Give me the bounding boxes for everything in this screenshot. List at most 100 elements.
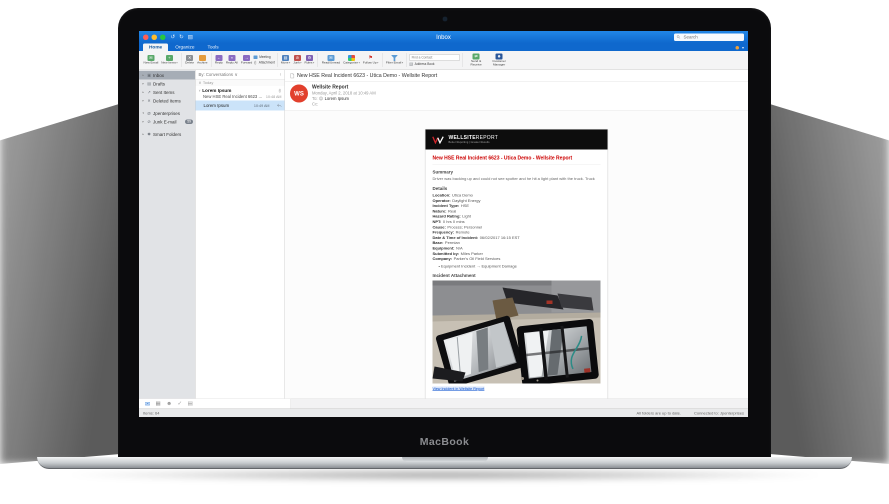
detail-label: Equipment: [433, 246, 455, 251]
tab-organize[interactable]: Organize [169, 44, 200, 52]
conversation-sender: Lorem Ipsum [202, 88, 231, 93]
unread-count-badge: 59 [185, 120, 193, 125]
chevron-down-icon: ▾ [377, 62, 378, 65]
outlook-window: ↺ ↻ ▤ Inbox Home Organize Tools [139, 31, 748, 417]
calendar-module-icon[interactable]: ▦ [156, 401, 161, 407]
detail-label: Submitted by: [433, 251, 460, 256]
message-body: WELLSITEREPORT Better Reporting | Greate… [285, 111, 748, 399]
send-receive-button[interactable]: ⇄ Send & Receive [465, 53, 488, 67]
people-module-icon[interactable]: ☻ [166, 401, 172, 407]
disclosure-icon[interactable]: ▸ [142, 133, 146, 137]
new-items-button[interactable]: + New Items▾ [160, 55, 179, 66]
sidebar-item-drafts[interactable]: ▸ ▤ Drafts [139, 80, 195, 89]
attachment-button[interactable]: Attachment [254, 60, 275, 65]
paperclip-icon [278, 88, 282, 93]
window-title: Inbox [139, 34, 748, 41]
filter-email-button[interactable]: Filter Email▾ [384, 55, 404, 66]
categorize-button[interactable]: Categorize▾ [342, 55, 362, 66]
tab-home[interactable]: Home [143, 44, 168, 52]
detail-label: Operator: [433, 198, 451, 203]
account-icon: @ [147, 111, 152, 116]
archive-button[interactable]: Archive [196, 55, 209, 66]
to-recipient[interactable]: Lorem Ipsum [325, 96, 349, 101]
conversation-row[interactable]: ∨ Lorem Ipsum New HSE Real Incident 6623… [196, 86, 285, 101]
disclosure-icon[interactable]: ▾ [142, 112, 146, 116]
sort-direction-icon[interactable]: ↑ [279, 72, 281, 77]
customer-manager-button[interactable]: ☻ Customer Manager [488, 53, 511, 67]
rules-button[interactable]: ⚙ Rules▾ [303, 55, 316, 66]
sidebar-item-sent-items[interactable]: ▸ ↗ Sent Items [139, 88, 195, 97]
reply-arrow-icon [277, 104, 282, 108]
minimize-button[interactable] [152, 34, 158, 40]
move-label: Move [281, 62, 289, 65]
disclosure-icon[interactable]: ▸ [142, 74, 146, 78]
sidebar-item-account[interactable]: ▾ @ Jpenterprises [139, 109, 195, 118]
sidebar-item-label: Sent Items [153, 90, 175, 95]
disclosure-icon[interactable]: ▸ [142, 99, 146, 103]
sent-icon: ↗ [147, 90, 152, 95]
sidebar-item-deleted-items[interactable]: ▸ ✕ Deleted Items [139, 97, 195, 106]
new-email-button[interactable]: ✉ New Email [142, 55, 160, 66]
wellsite-logo-icon [432, 135, 445, 144]
chevron-down-icon: ▾ [313, 62, 314, 65]
junk-label: Junk [293, 62, 300, 65]
notes-module-icon[interactable]: ▤ [188, 401, 193, 407]
delete-button[interactable]: ✕ Delete [184, 55, 196, 66]
sidebar-item-smart-folders[interactable]: ▸ ✱ Smart Folders [139, 130, 195, 139]
read-unread-button[interactable]: ✉ Read/Unread [320, 55, 341, 66]
message-subject: New HSE Real Incident 6623 - Utica Demo … [297, 73, 437, 79]
address-book-icon: ▤ [409, 62, 413, 66]
message-header: WS Wellsite Report Monday, April 2, 2018… [285, 82, 748, 112]
read-unread-label: Read/Unread [322, 62, 340, 65]
detail-label: Company: [433, 257, 453, 262]
reply-all-label: Reply All [226, 62, 238, 65]
view-grid-icon[interactable]: ▤ [188, 31, 193, 43]
ribbon-toolbar: ✉ New Email + New Items▾ ✕ Delete Arch [139, 51, 748, 70]
new-email-label: New Email [144, 62, 159, 65]
address-book-button[interactable]: ▤ Address Book [409, 62, 460, 66]
attachment-heading: Incident Attachment [433, 273, 601, 278]
find-contact-input[interactable] [409, 54, 460, 61]
smart-folders-icon: ✱ [147, 132, 152, 137]
junk-button[interactable]: ⊘ Junk▾ [292, 55, 303, 66]
message-page-icon [290, 73, 295, 79]
items-count: Items: 64 [143, 411, 159, 416]
forward-button[interactable]: → Forward [239, 55, 253, 66]
search-icon [677, 35, 681, 39]
detail-row: Company:Parker's Oil Field Services [433, 257, 601, 262]
reply-button[interactable]: ← Reply [213, 55, 224, 66]
disclosure-icon[interactable]: ▸ [142, 91, 146, 95]
ribbon-collapse-icon[interactable]: ▾ [742, 46, 744, 51]
view-incident-link[interactable]: View Incident in Wellsite Report [433, 386, 485, 391]
detail-value: Parker's Oil Field Services [454, 257, 501, 262]
filter-email-label: Filter Email [386, 62, 401, 65]
mail-module-icon[interactable]: ✉ [145, 401, 150, 407]
tab-tools[interactable]: Tools [201, 44, 224, 52]
undo-icon[interactable]: ↺ [171, 31, 176, 43]
customer-manager-icon: ☻ [496, 53, 503, 59]
meeting-button[interactable]: Meeting [254, 55, 275, 59]
tasks-module-icon[interactable]: ✓ [178, 401, 183, 407]
disclosure-icon[interactable]: ▸ [142, 120, 146, 124]
disclosure-icon[interactable]: ▸ [142, 82, 146, 86]
message-row-selected[interactable]: Lorem Ipsum 10:49 AM [196, 101, 285, 111]
conversation-expand-icon[interactable]: ∨ [199, 89, 201, 93]
new-items-label: New Items [161, 62, 176, 65]
detail-value: N/A [456, 246, 463, 251]
zoom-button[interactable] [160, 34, 166, 40]
follow-up-button[interactable]: ⚑ Follow Up▾ [361, 55, 380, 66]
move-button[interactable]: ▤ Move▾ [279, 55, 291, 66]
summary-heading: Summary [433, 170, 601, 175]
connection-status: Connected to: Jpenterprises [694, 411, 744, 416]
search-input[interactable] [683, 34, 742, 40]
detail-value: 0 hrs 0 mins [443, 219, 465, 224]
redo-icon[interactable]: ↻ [179, 31, 184, 43]
reply-all-button[interactable]: « Reply All [224, 55, 239, 66]
macbook-base-notch [402, 457, 488, 462]
sidebar-item-inbox[interactable]: ▸ ▣ Inbox [139, 71, 195, 80]
conversation-time: 10:48 AM [266, 94, 282, 99]
sidebar-item-junk-email[interactable]: ▸ ⊘ Junk E-mail 59 [139, 118, 195, 127]
close-button[interactable] [143, 34, 149, 40]
search-box[interactable] [674, 33, 744, 41]
sort-header[interactable]: By: Conversations ∨ ↑ [196, 70, 285, 80]
